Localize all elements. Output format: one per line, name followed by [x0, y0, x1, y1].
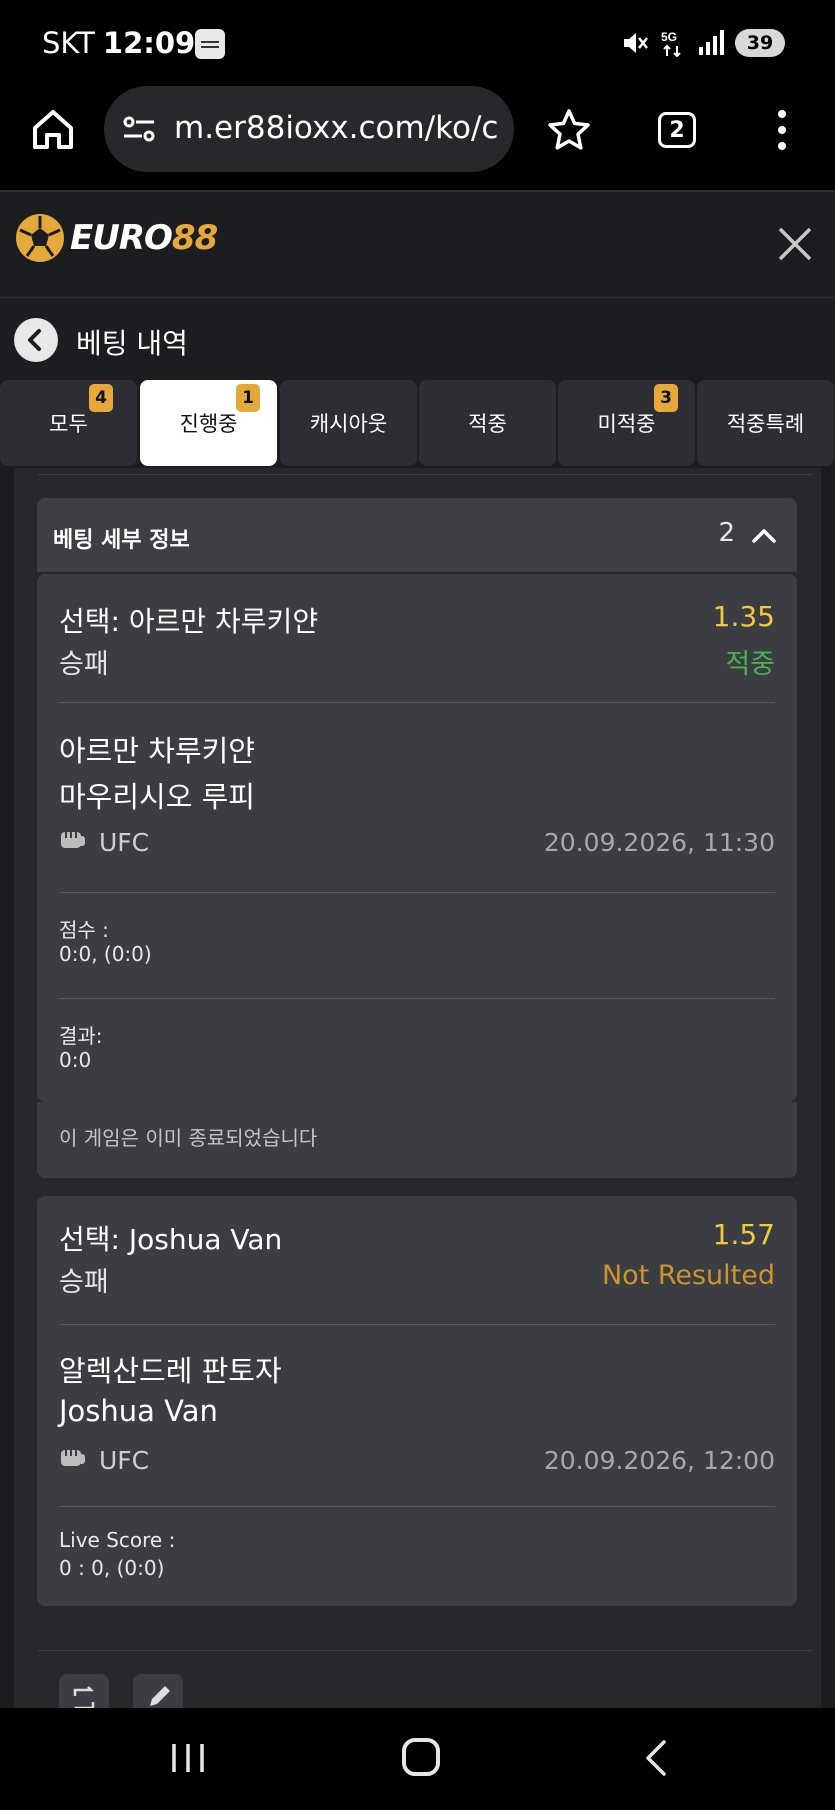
euro88-logo[interactable]: EURO88: [14, 212, 218, 264]
lounge-notification-icon: [195, 29, 225, 59]
logo-text-gold: 88: [171, 218, 218, 258]
tab-label: 진행중: [179, 412, 238, 436]
bet-status: 적중: [725, 649, 775, 680]
status-bar: SKT 12:09 5G 39: [0, 0, 835, 86]
team-two: Joshua Van: [59, 1394, 218, 1428]
tab-all[interactable]: 모두 4: [0, 380, 137, 466]
mute-icon: [624, 33, 648, 53]
result-value: 0:0: [59, 1048, 92, 1072]
system-home-button[interactable]: [402, 1738, 440, 1776]
back-button[interactable]: [14, 318, 58, 362]
system-navigation-bar: [0, 1708, 835, 1810]
divider: [59, 1324, 775, 1325]
url-text[interactable]: m.er88ioxx.com/ko/c: [174, 110, 504, 146]
page-title-row: 베팅 내역: [0, 300, 835, 378]
bet-status: Not Resulted: [601, 1260, 775, 1291]
odds-value: 1.35: [712, 600, 775, 633]
live-score-label: Live Score :: [59, 1528, 176, 1552]
browser-toolbar: m.er88ioxx.com/ko/c 2: [0, 86, 835, 192]
tab-label: 적중특례: [726, 412, 805, 436]
result-label: 결과:: [59, 1024, 103, 1048]
divider: [38, 1650, 812, 1651]
tab-special-win[interactable]: 적중특례: [697, 380, 834, 466]
signal-icon: [699, 30, 724, 55]
tab-label: 적중: [468, 412, 507, 436]
system-back-icon[interactable]: [640, 1738, 670, 1778]
bet-details-count: 2: [718, 518, 735, 548]
bet-card-footer: 이 게임은 이미 종료되었습니다: [37, 998, 797, 1178]
status-carrier: SKT 12:09: [42, 26, 195, 60]
event-datetime: 20.09.2026, 11:30: [543, 828, 775, 857]
bet-details-title: 베팅 세부 정보: [53, 528, 190, 553]
live-score-value: 0 : 0, (0:0): [59, 1556, 165, 1580]
divider: [59, 702, 775, 703]
team-one: 아르만 차루키얀: [59, 734, 255, 768]
soccer-ball-icon: [16, 214, 64, 262]
logo-text-white: EURO: [70, 218, 173, 258]
tab-label: 모두: [49, 412, 88, 436]
network-5g-icon: 5G: [661, 30, 681, 58]
status-time: 12:09: [102, 26, 196, 60]
tab-lost[interactable]: 미적중 3: [558, 380, 695, 466]
team-one: 알렉산드레 판토자: [59, 1354, 282, 1388]
network-label: 5G: [661, 30, 677, 44]
carrier-name: SKT: [42, 26, 95, 60]
close-icon[interactable]: [775, 224, 815, 264]
event-datetime: 20.09.2026, 12:00: [543, 1446, 775, 1475]
score-value: 0:0, (0:0): [59, 942, 152, 966]
tab-badge: 3: [654, 384, 678, 412]
recent-apps-icon[interactable]: [170, 1742, 206, 1774]
odds-value: 1.57: [712, 1218, 775, 1251]
chevron-up-icon[interactable]: [749, 520, 779, 550]
bookmark-star-icon[interactable]: [547, 108, 591, 152]
browser-home-icon[interactable]: [30, 106, 76, 152]
tab-badge: 1: [236, 384, 260, 412]
tab-won[interactable]: 적중: [419, 380, 556, 466]
bet-history-tabs: 모두 4 진행중 1 캐시아웃 적중 미적중 3 적중특례: [0, 380, 835, 468]
game-ended-note: 이 게임은 이미 종료되었습니다: [59, 1126, 318, 1150]
site-settings-icon[interactable]: [122, 114, 156, 144]
bet-details-header[interactable]: 베팅 세부 정보 2: [37, 498, 797, 572]
tab-label: 캐시아웃: [309, 412, 388, 436]
bet-selection-card: 선택: Joshua Van 1.57 승패 Not Resulted 알렉산드…: [37, 1196, 797, 1606]
chevron-left-icon: [28, 329, 41, 351]
bet-detail-panel: 베팅 세부 정보 2 선택: 아르만 차루키얀 1.35 승패 적중 아르만 차…: [14, 468, 821, 1714]
bet-selection-card: 선택: 아르만 차루키얀 1.35 승패 적중 아르만 차루키얀 마우리시오 루…: [37, 574, 797, 1102]
tab-badge: 4: [89, 384, 113, 412]
divider: [59, 892, 775, 893]
page-title: 베팅 내역: [76, 327, 188, 360]
battery-indicator: 39: [735, 29, 785, 57]
tab-label: 미적중: [597, 412, 656, 436]
divider: [59, 1506, 775, 1507]
score-label: 점수 :: [59, 918, 109, 942]
tab-in-progress[interactable]: 진행중 1: [140, 380, 277, 466]
divider: [38, 474, 812, 475]
divider: [59, 998, 775, 999]
address-bar[interactable]: m.er88ioxx.com/ko/c: [104, 86, 514, 172]
tab-cashout[interactable]: 캐시아웃: [280, 380, 417, 466]
browser-menu-icon[interactable]: [774, 108, 790, 152]
status-icons: 5G 39: [621, 28, 785, 58]
logo-text: EURO88: [70, 218, 218, 258]
app-header: EURO88: [0, 194, 835, 298]
team-two: 마우리시오 루피: [59, 780, 255, 814]
tab-switcher-button[interactable]: 2: [658, 112, 696, 148]
